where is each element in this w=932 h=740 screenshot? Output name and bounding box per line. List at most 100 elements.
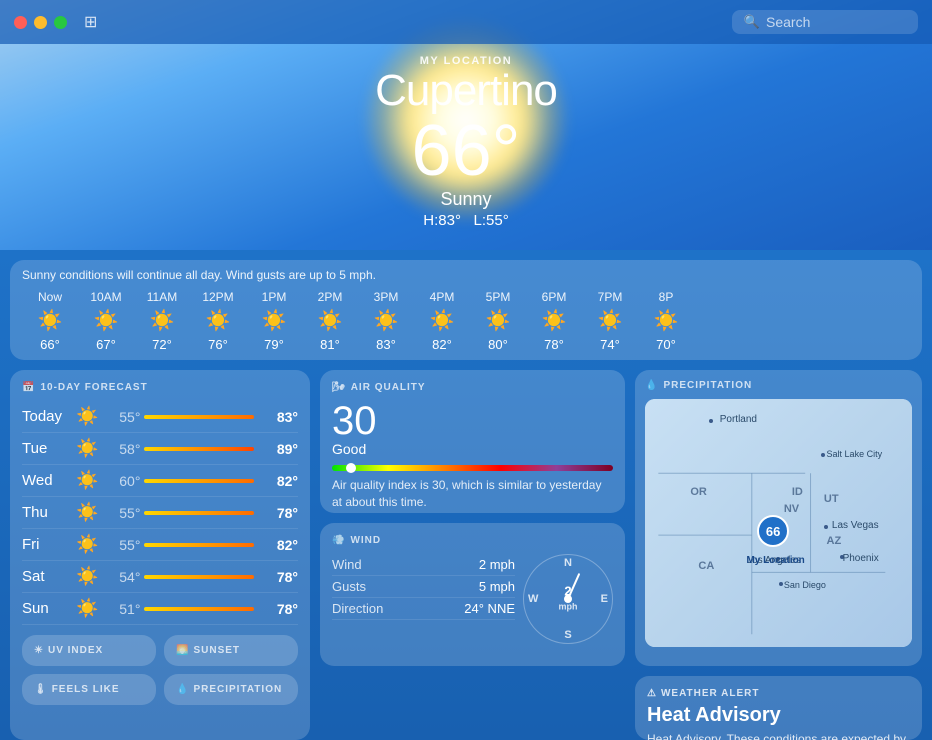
hour-icon-0: ☀️ [38, 308, 63, 333]
aq-indicator [346, 463, 356, 473]
sunset-title: 🌅 SUNSET [176, 645, 286, 656]
hour-item-9: 6PM ☀️ 78° [526, 290, 582, 352]
minimize-button[interactable] [34, 16, 47, 29]
forecast-icon-2: ☀️ [76, 470, 98, 491]
hourly-scroll[interactable]: Now ☀️ 66° 10AM ☀️ 67° 11AM ☀️ 72° 12PM … [22, 290, 910, 352]
sunset-icon: 🌅 [176, 645, 189, 656]
precipitation-map-card: 💧 PRECIPITATION [635, 370, 922, 666]
bottom-grid: 📅 10-DAY FORECAST Today ☀️ 55° 83° Tue ☀… [10, 370, 922, 740]
wind-compass-container: N S E W 2 mph [523, 554, 613, 644]
hour-item-10: 7PM ☀️ 74° [582, 290, 638, 352]
map-sandiego-dot [779, 582, 783, 586]
compass-east: E [601, 593, 608, 605]
forecast-row-3: Thu ☀️ 55° 78° [22, 497, 298, 529]
forecast-row-5: Sat ☀️ 54° 78° [22, 561, 298, 593]
forecast-row-6: Sun ☀️ 51° 78° [22, 593, 298, 625]
compass-west: W [528, 593, 538, 605]
air-icon: 🌬 [332, 382, 346, 393]
titlebar: ⊞ 🔍 [0, 0, 932, 44]
map-ca-label: CA [698, 560, 714, 572]
uv-index-card: ☀ UV INDEX [22, 635, 156, 666]
hour-item-5: 2PM ☀️ 81° [302, 290, 358, 352]
content-area: Sunny conditions will continue all day. … [0, 250, 932, 740]
aq-description: Air quality index is 30, which is simila… [332, 477, 613, 511]
calendar-icon: 📅 [22, 382, 35, 393]
thermometer-icon: 🌡 [34, 684, 48, 695]
map-area[interactable]: Portland Salt Lake City Las Vegas Los An… [645, 399, 912, 647]
hero-content: MY LOCATION Cupertino 66° Sunny H:83° L:… [375, 55, 557, 229]
wind-icon: 💨 [332, 535, 345, 546]
middle-col: 🌬 AIR QUALITY 30 Good Air quality index … [320, 370, 625, 666]
hour-item-6: 3PM ☀️ 83° [358, 290, 414, 352]
forecast-icon-5: ☀️ [76, 566, 98, 587]
forecast-icon-1: ☀️ [76, 438, 98, 459]
forecast-row-2: Wed ☀️ 60° 82° [22, 465, 298, 497]
forecast-bar-2 [144, 479, 254, 483]
close-button[interactable] [14, 16, 27, 29]
search-icon: 🔍 [744, 14, 760, 30]
map-phoenix-label: Phoenix [843, 553, 879, 564]
forecast-bar-5 [144, 575, 254, 579]
forecast-bar-4 [144, 543, 254, 547]
hour-icon-3: ☀️ [206, 308, 231, 333]
forecast-row-4: Fri ☀️ 55° 82° [22, 529, 298, 561]
compass-circle: N S E W 2 mph [523, 554, 613, 644]
forecast-row-1: Tue ☀️ 58° 89° [22, 433, 298, 465]
wind-row-2: Direction 24° NNE [332, 598, 515, 620]
forecast-icon-6: ☀️ [76, 598, 98, 619]
feels-like-title: 🌡 FEELS LIKE [34, 684, 144, 695]
compass-north: N [564, 557, 572, 569]
wind-card: 💨 WIND Wind 2 mph Gusts 5 mph [320, 523, 625, 666]
high-low: H:83° L:55° [375, 212, 557, 229]
forecast-bar-3 [144, 511, 254, 515]
aq-bar [332, 465, 613, 471]
hourly-strip[interactable]: Sunny conditions will continue all day. … [10, 260, 922, 360]
forecast-bar-1 [144, 447, 254, 451]
hour-icon-7: ☀️ [430, 308, 455, 333]
map-nv-label: NV [784, 503, 799, 515]
maximize-button[interactable] [54, 16, 67, 29]
hour-icon-6: ☀️ [374, 308, 399, 333]
forecast-card: 📅 10-DAY FORECAST Today ☀️ 55° 83° Tue ☀… [10, 370, 310, 740]
hour-item-1: 10AM ☀️ 67° [78, 290, 134, 352]
precip-map-icon: 💧 [645, 380, 658, 391]
city-name: Cupertino [375, 67, 557, 115]
hour-icon-8: ☀️ [486, 308, 511, 333]
mini-widgets-bottom: ☀ UV INDEX 🌅 SUNSET 🌡 FEELS LIKE [22, 635, 298, 705]
hourly-summary: Sunny conditions will continue all day. … [22, 268, 910, 282]
search-input[interactable] [766, 14, 906, 30]
forecast-bar-6 [144, 607, 254, 611]
hour-item-0: Now ☀️ 66° [22, 290, 78, 352]
forecast-icon-0: ☀️ [76, 406, 98, 427]
my-location-map-label: My Location [746, 555, 804, 566]
low-temp: L:55° [474, 212, 509, 229]
wind-rows: Wind 2 mph Gusts 5 mph Direction 24° NNE [332, 554, 515, 620]
map-lasvegas-label: Las Vegas [832, 520, 879, 531]
hour-icon-5: ☀️ [318, 308, 343, 333]
weather-alert-card: ⚠ WEATHER ALERT Heat Advisory Heat Advis… [635, 676, 922, 740]
wind-row-0: Wind 2 mph [332, 554, 515, 576]
wind-compass: N S E W 2 mph [523, 554, 613, 644]
uv-icon: ☀ [34, 645, 44, 656]
aq-label: Good [332, 441, 613, 457]
high-temp: H:83° [423, 212, 461, 229]
map-sandiego-label: San Diego [784, 580, 826, 590]
aq-value: 30 [332, 401, 613, 441]
map-ut-label: UT [824, 493, 839, 505]
sunset-card: 🌅 SUNSET [164, 635, 298, 666]
hour-item-3: 12PM ☀️ 76° [190, 290, 246, 352]
sidebar-toggle[interactable]: ⊞ [84, 12, 97, 32]
my-location-label: MY LOCATION [375, 55, 557, 67]
map-background: Portland Salt Lake City Las Vegas Los An… [645, 399, 912, 647]
air-quality-card: 🌬 AIR QUALITY 30 Good Air quality index … [320, 370, 625, 513]
map-saltlake-label: Salt Lake City [827, 449, 883, 459]
hour-icon-2: ☀️ [150, 308, 175, 333]
forecast-row-0: Today ☀️ 55° 83° [22, 401, 298, 433]
precip-map-title: 💧 PRECIPITATION [645, 380, 912, 391]
alert-title-row: ⚠ WEATHER ALERT [647, 688, 910, 699]
wind-title: 💨 WIND [332, 535, 613, 546]
compass-dot [564, 595, 572, 603]
weather-condition: Sunny [375, 189, 557, 210]
search-bar[interactable]: 🔍 [732, 10, 918, 34]
uv-title: ☀ UV INDEX [34, 645, 144, 656]
